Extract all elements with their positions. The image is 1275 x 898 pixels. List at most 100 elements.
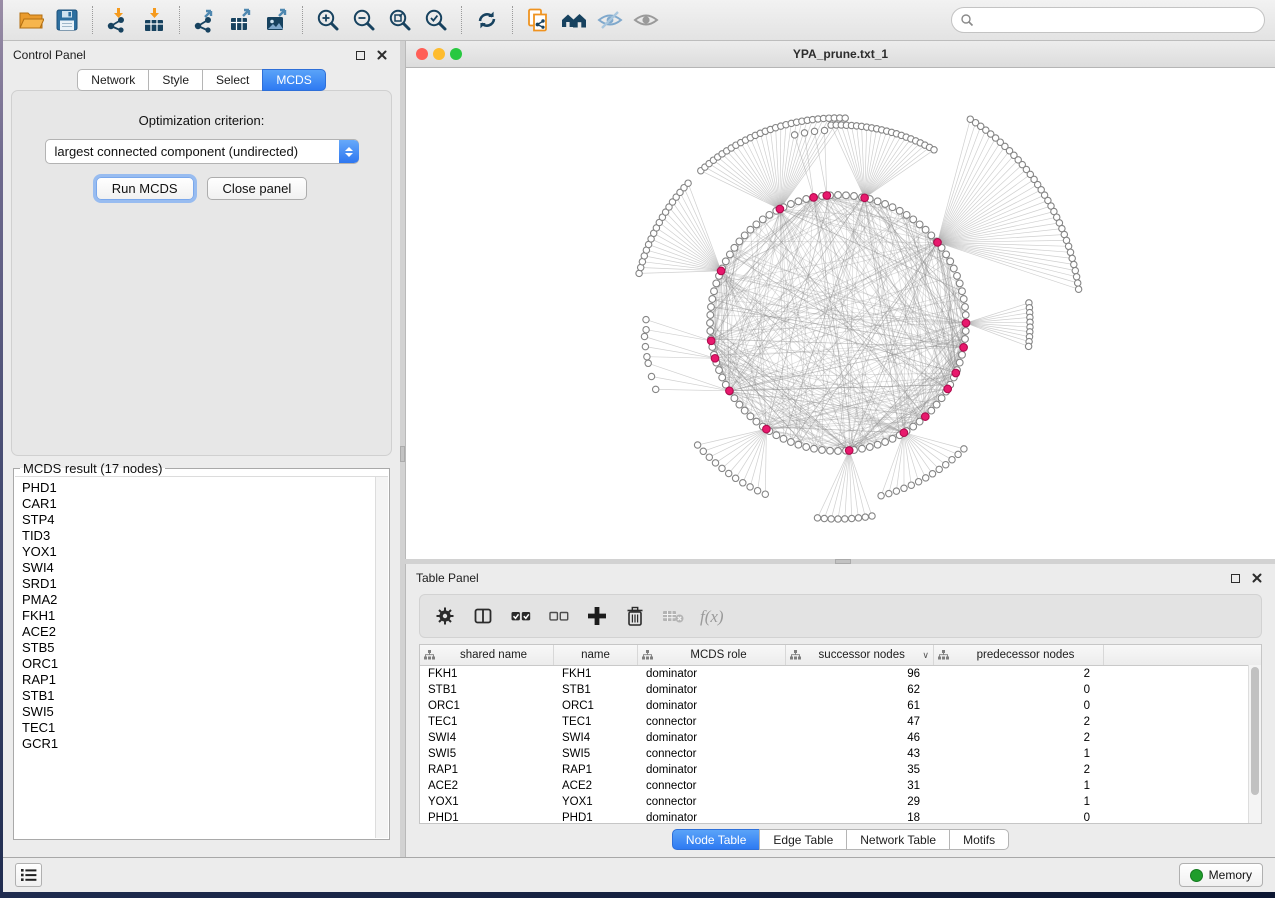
mcds-result-item[interactable]: SRD1 (22, 576, 388, 592)
graph-node[interactable] (707, 328, 714, 335)
graph-hub-node[interactable] (962, 319, 970, 327)
cell-successor-nodes[interactable]: 43 (786, 748, 934, 760)
zoom-fit-button[interactable] (382, 4, 418, 36)
network-canvas[interactable] (406, 68, 1275, 559)
cell-shared-name[interactable]: FKH1 (420, 668, 554, 680)
close-panel-button[interactable] (374, 47, 390, 63)
cell-name[interactable]: FKH1 (554, 668, 638, 680)
cell-predecessor-nodes[interactable]: 0 (934, 812, 1104, 824)
cell-shared-name[interactable]: SWI5 (420, 748, 554, 760)
graph-node[interactable] (828, 516, 834, 522)
cell-shared-name[interactable]: RAP1 (420, 764, 554, 776)
mcds-result-item[interactable]: PHD1 (22, 480, 388, 496)
graph-node[interactable] (855, 515, 861, 521)
table-row[interactable]: ACE2ACE2connector311 (420, 778, 1261, 794)
column-header-shared-name[interactable]: shared name (420, 645, 554, 665)
graph-node[interactable] (943, 251, 950, 258)
cell-successor-nodes[interactable]: 46 (786, 732, 934, 744)
graph-node[interactable] (866, 444, 873, 451)
column-header-mcds-role[interactable]: MCDS role (638, 645, 786, 665)
graph-node[interactable] (821, 127, 827, 133)
graph-node[interactable] (843, 192, 850, 199)
graph-node[interactable] (727, 251, 734, 258)
mcds-result-item[interactable]: CAR1 (22, 496, 388, 512)
graph-node[interactable] (889, 435, 896, 442)
table-row[interactable]: SWI5SWI5connector431 (420, 746, 1261, 762)
cell-mcds-role[interactable]: dominator (638, 812, 786, 824)
graph-node[interactable] (842, 115, 848, 121)
tab-edge-table[interactable]: Edge Table (759, 829, 847, 850)
task-history-button[interactable] (15, 863, 42, 887)
graph-node[interactable] (795, 441, 802, 448)
graph-node[interactable] (835, 516, 841, 522)
graph-node[interactable] (788, 439, 795, 446)
graph-node[interactable] (1067, 249, 1073, 255)
graph-hub-node[interactable] (810, 194, 818, 202)
cell-successor-nodes[interactable]: 18 (786, 812, 934, 824)
optimization-criterion-select[interactable]: largest connected component (undirected) (45, 139, 359, 164)
graph-node[interactable] (943, 462, 949, 468)
graph-hub-node[interactable] (823, 192, 831, 200)
cell-shared-name[interactable]: TEC1 (420, 716, 554, 728)
network-search[interactable] (951, 7, 1265, 33)
cell-mcds-role[interactable]: dominator (638, 700, 786, 712)
graph-node[interactable] (903, 212, 910, 219)
graph-node[interactable] (719, 465, 725, 471)
graph-node[interactable] (938, 395, 945, 402)
graph-node[interactable] (788, 201, 795, 208)
graph-node[interactable] (726, 470, 732, 476)
graph-node[interactable] (959, 351, 966, 358)
export-table-button[interactable] (223, 4, 259, 36)
graph-node[interactable] (814, 515, 820, 521)
graph-node[interactable] (736, 238, 743, 245)
mcds-result-item[interactable]: YOX1 (22, 544, 388, 560)
graph-node[interactable] (713, 280, 720, 287)
graph-node[interactable] (803, 196, 810, 203)
deselect-all-columns-button[interactable] (542, 599, 576, 633)
graph-hub-node[interactable] (763, 425, 771, 433)
graph-node[interactable] (950, 265, 957, 272)
cell-name[interactable]: RAP1 (554, 764, 638, 776)
zoom-selected-button[interactable] (418, 4, 454, 36)
graph-node[interactable] (791, 132, 797, 138)
graph-node[interactable] (1075, 280, 1081, 286)
cell-predecessor-nodes[interactable]: 2 (934, 764, 1104, 776)
graph-node[interactable] (821, 515, 827, 521)
graph-node[interactable] (753, 221, 760, 228)
cell-mcds-role[interactable]: connector (638, 748, 786, 760)
table-row[interactable]: FKH1FKH1dominator962 (420, 666, 1261, 682)
graph-hub-node[interactable] (726, 387, 734, 395)
cell-shared-name[interactable]: PHD1 (420, 812, 554, 824)
add-column-button[interactable] (580, 599, 614, 633)
graph-node[interactable] (1072, 267, 1078, 273)
refresh-button[interactable] (469, 4, 505, 36)
cell-predecessor-nodes[interactable]: 0 (934, 684, 1104, 696)
cell-name[interactable]: SWI4 (554, 732, 638, 744)
cell-shared-name[interactable]: STB1 (420, 684, 554, 696)
cell-successor-nodes[interactable]: 47 (786, 716, 934, 728)
table-row[interactable]: YOX1YOX1connector291 (420, 794, 1261, 810)
graph-node[interactable] (736, 401, 743, 408)
cell-successor-nodes[interactable]: 62 (786, 684, 934, 696)
cell-name[interactable]: ORC1 (554, 700, 638, 712)
graph-node[interactable] (708, 304, 715, 311)
graph-hub-node[interactable] (776, 205, 784, 213)
graph-node[interactable] (685, 180, 691, 186)
graph-node[interactable] (740, 480, 746, 486)
table-row[interactable]: STB1STB1dominator620 (420, 682, 1261, 698)
graph-node[interactable] (915, 479, 921, 485)
cell-predecessor-nodes[interactable]: 1 (934, 796, 1104, 808)
search-input[interactable] (979, 12, 1256, 28)
cell-predecessor-nodes[interactable]: 2 (934, 668, 1104, 680)
close-mcds-panel-button[interactable]: Close panel (207, 177, 308, 200)
cell-shared-name[interactable]: SWI4 (420, 732, 554, 744)
graph-node[interactable] (936, 466, 942, 472)
tab-select[interactable]: Select (202, 69, 263, 91)
cell-mcds-role[interactable]: dominator (638, 668, 786, 680)
select-all-columns-button[interactable] (504, 599, 538, 633)
graph-node[interactable] (747, 226, 754, 233)
graph-node[interactable] (947, 258, 954, 265)
graph-node[interactable] (732, 475, 738, 481)
cell-predecessor-nodes[interactable]: 2 (934, 716, 1104, 728)
graph-node[interactable] (641, 333, 647, 339)
